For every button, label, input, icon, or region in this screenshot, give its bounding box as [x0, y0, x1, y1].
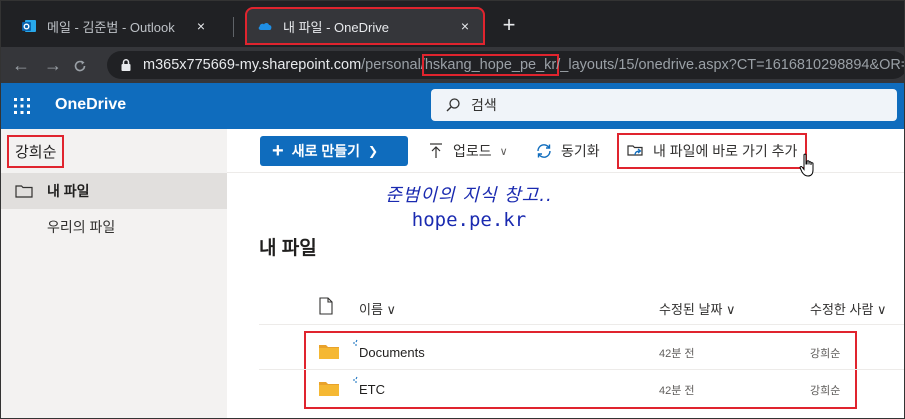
outlook-icon	[22, 20, 36, 32]
file-rows-highlight: Documents 42분 전 강희순 ETC 42분 전 강희순	[259, 331, 904, 409]
nav-item-my-files[interactable]: 내 파일	[1, 173, 227, 209]
modified-by: 강희순	[810, 348, 841, 360]
address-bar[interactable]: m365x775669-my.sharepoint.com/personal/h…	[107, 51, 905, 79]
onedrive-cloud-icon	[258, 22, 272, 30]
folder-icon	[319, 382, 339, 396]
tab-divider	[233, 17, 234, 37]
hand-cursor-icon	[799, 153, 814, 177]
folder-outline-icon	[15, 185, 33, 198]
upload-label: 업로드	[453, 143, 492, 159]
browser-tab-strip: 메일 - 김준범 - Outlook × 내 파일 - OneDrive × +	[1, 1, 904, 47]
app-launcher-icon[interactable]	[13, 97, 31, 115]
column-header-modified[interactable]: 수정된 날짜 ∨	[659, 299, 736, 318]
shortcut-icon	[627, 145, 643, 156]
url-host: m365x775669-my.sharepoint.com	[143, 57, 362, 73]
modified-date: 42분 전	[659, 348, 695, 360]
url-highlighted-segment: hskang_hope_pe_kr	[421, 54, 560, 76]
file-type-icon[interactable]	[319, 297, 333, 315]
left-navigation: 강희순 내 파일 우리의 파일	[1, 129, 227, 418]
shortcut-label: 내 파일에 바로 가기 추가	[653, 143, 798, 159]
forward-button[interactable]: →	[41, 53, 65, 77]
sync-button[interactable]: 동기화	[535, 137, 600, 165]
file-list-header: 이름 ∨ 수정된 날짜 ∨ 수정한 사람 ∨	[259, 291, 904, 325]
browser-toolbar: ← → m365x775669-my.sharepoint.com/person…	[1, 47, 905, 83]
chevron-down-icon: ∨	[499, 145, 508, 158]
column-header-label: 수정된 날짜	[659, 302, 723, 317]
watermark-line-1: 준범이의 지식 창고..	[385, 185, 553, 206]
column-header-name[interactable]: 이름 ∨	[359, 299, 396, 318]
lock-icon	[121, 59, 131, 71]
app-brand[interactable]: OneDrive	[55, 96, 126, 114]
add-shortcut-button[interactable]: 내 파일에 바로 가기 추가	[616, 133, 808, 169]
nav-item-shared-files[interactable]: 우리의 파일	[1, 209, 227, 245]
table-row[interactable]: ETC 42분 전 강희순	[259, 370, 904, 407]
url-path: /personal/	[361, 57, 425, 73]
file-name[interactable]: Documents	[359, 345, 425, 360]
screenshot-frame: 메일 - 김준범 - Outlook × 내 파일 - OneDrive × +…	[0, 0, 905, 419]
nav-item-label: 내 파일	[47, 183, 90, 199]
tab-title: 내 파일 - OneDrive	[283, 19, 389, 35]
url-path-rest: /_layouts/15/onedrive.aspx?CT=1616810298…	[556, 57, 905, 73]
reload-icon[interactable]	[73, 59, 87, 73]
modified-by: 강희순	[810, 385, 841, 397]
page-title: 내 파일	[259, 238, 317, 259]
folder-icon	[319, 345, 339, 359]
chevron-down-icon: ∨	[877, 302, 887, 317]
tab-title: 메일 - 김준범 - Outlook	[47, 19, 175, 35]
watermark-line-2: hope.pe.kr	[411, 209, 527, 231]
new-button[interactable]: + 새로 만들기 ❯	[260, 136, 408, 166]
tab-onedrive[interactable]: 내 파일 - OneDrive ×	[245, 7, 485, 45]
column-header-modified-by[interactable]: 수정한 사람 ∨	[810, 299, 887, 318]
sync-icon	[537, 144, 551, 158]
upload-icon	[430, 143, 442, 158]
close-icon[interactable]: ×	[457, 18, 473, 34]
chevron-down-icon: ∨	[726, 302, 736, 317]
close-icon[interactable]: ×	[193, 18, 209, 34]
chevron-down-icon: ❯	[367, 144, 379, 158]
back-button[interactable]: ←	[9, 53, 33, 77]
file-name[interactable]: ETC	[359, 382, 385, 397]
tab-outlook[interactable]: 메일 - 김준범 - Outlook ×	[9, 7, 221, 45]
chevron-down-icon: ∨	[386, 302, 397, 317]
search-icon	[446, 98, 460, 112]
plus-icon: +	[272, 140, 284, 162]
new-button-label: 새로 만들기	[291, 143, 360, 159]
nav-item-label: 우리의 파일	[47, 219, 116, 235]
sync-label: 동기화	[561, 143, 600, 159]
search-placeholder: 검색	[471, 97, 497, 113]
user-name: 강희순	[6, 135, 65, 168]
onedrive-header: OneDrive 검색	[1, 83, 904, 129]
column-header-label: 이름	[359, 302, 383, 317]
modified-date: 42분 전	[659, 385, 695, 397]
column-header-label: 수정한 사람	[810, 302, 874, 317]
table-row[interactable]: Documents 42분 전 강희순	[259, 333, 904, 370]
new-tab-button[interactable]: +	[497, 13, 521, 37]
watermark: 준범이의 지식 창고.. hope.pe.kr	[369, 184, 569, 232]
search-box[interactable]: 검색	[431, 89, 897, 121]
upload-button[interactable]: 업로드 ∨	[427, 137, 508, 165]
